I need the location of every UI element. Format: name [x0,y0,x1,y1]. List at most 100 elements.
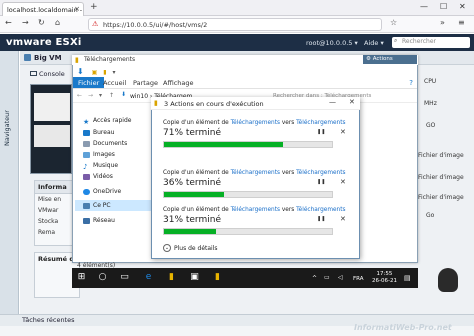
nav-item-videos[interactable]: Vidéos [83,173,113,180]
forward-nav-icon[interactable]: → [88,92,93,99]
nav-item-documents[interactable]: Documents [83,140,127,147]
nav-item-reseau[interactable]: Réseau [83,217,115,224]
taskbar-clock[interactable]: 17:55 26-06-21 [372,271,397,285]
new-tab-button[interactable]: + [90,2,98,12]
nav-label: Bureau [93,129,115,136]
os-logo-area [418,250,474,312]
task-view-icon[interactable]: ▭ [119,272,130,283]
back-nav-icon[interactable]: ← [77,92,82,99]
help-icon[interactable]: ? [409,79,413,87]
close-tab-icon[interactable]: × [74,5,80,13]
dialog-close-icon[interactable]: ✕ [349,98,355,106]
new-folder-icon[interactable]: ▮ [103,69,106,76]
dropdown-icon[interactable]: ▾ [112,69,115,76]
nav-label: Musique [93,162,119,169]
url-input[interactable]: ⚠ https://10.0.0.5/ui/#/host/vms/2 [88,18,382,31]
copy-text: Copie d'un élément de [163,207,229,213]
more-details-link[interactable]: Plus de détails [174,245,218,252]
pause-icon[interactable]: ❚❚ [317,179,325,185]
copy-description: Copie d'un élément de Téléchargements ve… [163,170,346,176]
vmware-esxi-logo: vmware ESXi [6,37,82,48]
minimize-icon[interactable]: — [420,2,428,11]
tux-icon [438,268,458,292]
progress-bar [163,141,333,148]
esxi-search-input[interactable]: ⌕ Rechercher [392,37,470,48]
explorer-active-icon[interactable]: ▮ [212,272,223,283]
cancel-icon[interactable]: ✕ [340,128,346,136]
folder-link[interactable]: Téléchargements [296,170,345,176]
watermark: InformatiWeb-Pro.net [354,323,452,332]
chevron-down-icon[interactable]: ⌄ [163,244,171,252]
star-icon[interactable]: ☆ [390,18,397,27]
progress-fill [164,229,217,234]
actions-button[interactable]: ⚙ Actions [363,55,417,64]
navigator-panel[interactable] [0,51,19,314]
home-icon[interactable]: ⌂ [55,18,60,27]
back-icon[interactable]: ← [5,18,12,27]
vm-console-thumbnail[interactable] [30,84,72,174]
recent-tasks-label[interactable]: Tâches récentes [22,316,75,324]
image-file-label: Fichier d'image [418,194,464,201]
video-icon [83,173,90,180]
close-window-icon[interactable]: ✕ [459,2,466,11]
folder-link[interactable]: Téléchargements [231,207,280,213]
volume-icon[interactable]: ◁ [338,274,343,281]
copy-text: vers [281,207,295,213]
menu-icon[interactable]: ≡ [458,18,465,27]
network-tray-icon[interactable]: ▭ [324,274,330,281]
notifications-icon[interactable]: ▤ [404,274,411,282]
browser-tab[interactable]: localhost.localdomain - VMw × [2,2,84,16]
properties-icon[interactable]: ▣ [92,69,98,76]
dialog-minimize-icon[interactable]: — [329,98,336,106]
document-icon [83,140,90,147]
clock-date: 26-06-21 [372,278,397,284]
folder-link[interactable]: Téléchargements [231,120,280,126]
go-label: Go [426,212,435,219]
downloads-icon: ⬇ [121,91,127,98]
nav-label: Images [93,151,115,158]
taskbar-search-icon[interactable]: ○ [97,272,108,283]
navigation-pane: ★ Accès rapide Bureau Documents Images ♪ M… [73,104,153,256]
lock-warning-icon[interactable]: ⚠ [92,20,98,28]
reload-icon[interactable]: ↻ [38,18,45,27]
cancel-icon[interactable]: ✕ [340,178,346,186]
edge-icon[interactable]: e [143,272,154,283]
recent-dropdown-icon[interactable]: ▾ [99,92,102,99]
nav-item-ce-pc[interactable]: Ce PC [75,200,151,211]
file-explorer-icon[interactable]: ▮ [166,272,177,283]
store-icon[interactable]: ▣ [189,272,200,283]
pause-icon[interactable]: ❚❚ [317,129,325,135]
navigator-label[interactable]: Navigateur [3,110,11,146]
nav-item-onedrive[interactable]: OneDrive [83,188,121,195]
windows-start-icon[interactable]: ⊞ [76,272,87,283]
nav-item-bureau[interactable]: Bureau [83,129,114,136]
language-indicator[interactable]: FRA [353,276,364,282]
tray-chevron-icon[interactable]: ^ [312,275,317,282]
image-file-label: Fichier d'image [418,174,464,181]
download-arrow-icon[interactable]: ⬇ [77,67,84,76]
tab-accueil[interactable]: Accueil [99,78,130,88]
nav-item-images[interactable]: Images [83,151,115,158]
extensions-icon[interactable]: » [440,18,445,27]
mhz-label: MHz [424,100,437,107]
cancel-icon[interactable]: ✕ [340,215,346,223]
nav-item-acces-rapide[interactable]: ★ Accès rapide [83,117,131,126]
folder-link[interactable]: Téléchargements [231,170,280,176]
folder-link[interactable]: Téléchargements [296,120,345,126]
console-button[interactable]: Console [30,70,74,82]
nav-label: Documents [93,140,128,147]
user-menu[interactable]: root@10.0.0.5 ▾ [306,39,358,47]
percent-complete: 71% terminé [163,128,221,138]
help-menu[interactable]: Aide ▾ [364,39,384,47]
forward-icon[interactable]: → [22,18,29,27]
tab-affichage[interactable]: Affichage [159,78,198,88]
tab-partage[interactable]: Partage [129,78,162,88]
nav-item-musique[interactable]: ♪ Musique [83,162,119,171]
folder-link[interactable]: Téléchargements [296,207,345,213]
up-icon[interactable]: ↑ [109,92,114,99]
maximize-icon[interactable]: ☐ [440,2,447,11]
vm-name: Big VM [34,54,62,62]
folder-icon: ▮ [75,56,79,64]
copy-dialog-title: 3 Actions en cours d'exécution [164,100,264,108]
pause-icon[interactable]: ❚❚ [317,216,325,222]
